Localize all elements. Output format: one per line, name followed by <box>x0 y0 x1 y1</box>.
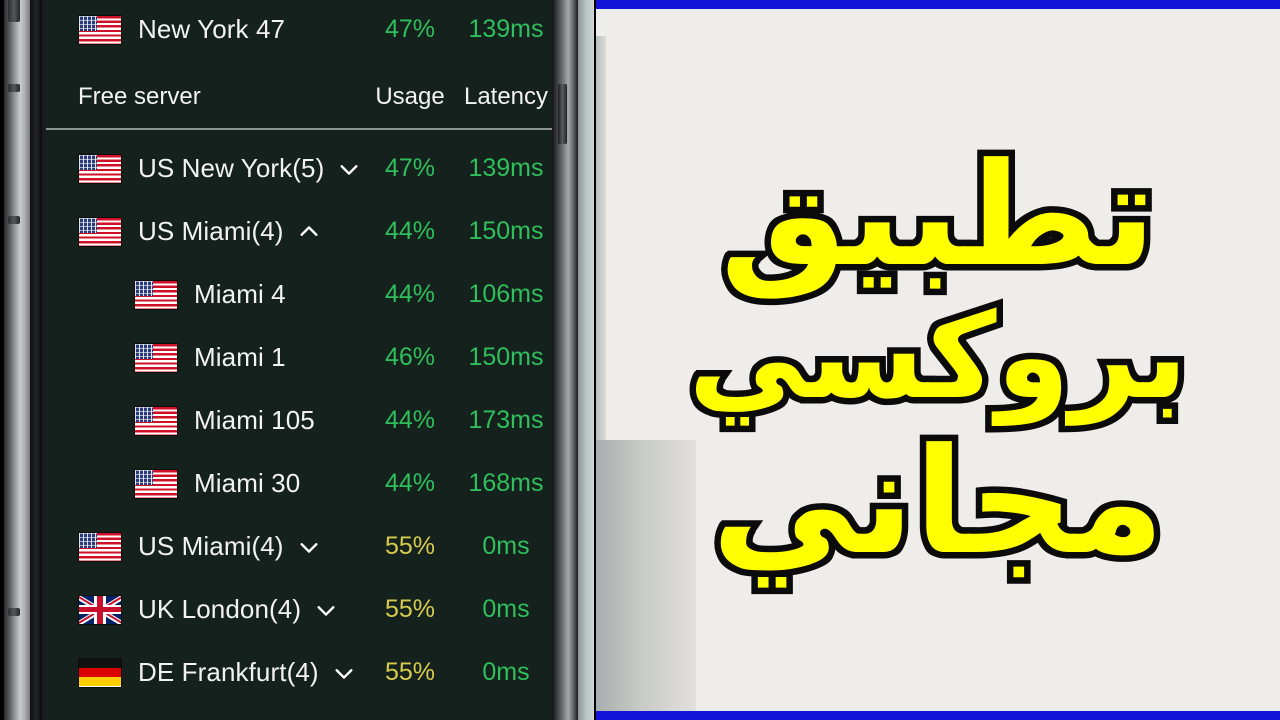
server-row-label: Miami 105 <box>194 405 315 435</box>
server-row[interactable]: US Miami(4) 55% 0ms <box>46 515 552 578</box>
headline-line-2: بروكسي <box>682 287 1194 425</box>
server-row-latency: 168ms <box>468 469 544 497</box>
chevron-down-icon[interactable] <box>338 158 360 180</box>
server-row-label: Miami 4 <box>194 279 286 309</box>
server-row-latency: 106ms <box>468 280 544 308</box>
server-row[interactable]: Miami 105 44% 173ms <box>46 389 552 452</box>
server-row[interactable]: US Miami(4) 44% 150ms <box>46 200 552 263</box>
server-row-top-label: New York 47 <box>138 14 286 44</box>
section-header-latency-label: Latency <box>463 83 549 110</box>
chevron-up-icon[interactable] <box>298 221 320 243</box>
section-header-usage-label: Usage <box>375 83 445 110</box>
server-row[interactable]: Miami 4 44% 106ms <box>46 263 552 326</box>
server-row-usage: 55% <box>384 595 436 623</box>
promo-panel: تطبيق بروكسي مجاني <box>596 0 1280 720</box>
server-row-latency: 150ms <box>468 343 544 371</box>
headline-line-3: مجاني <box>705 417 1171 587</box>
server-row[interactable]: UK London(4) 55% 0ms <box>46 578 552 641</box>
phone-volume-down-button[interactable] <box>8 84 20 92</box>
flag-icon-us <box>78 531 122 562</box>
server-row-label: UK London(4) <box>138 594 302 624</box>
server-row-latency: 0ms <box>482 658 530 686</box>
free-server-section-header: Free server Usage Latency <box>46 75 552 123</box>
server-row-usage: 44% <box>384 280 436 308</box>
section-header-title: Free server <box>78 83 201 110</box>
server-row[interactable]: Miami 1 46% 150ms <box>46 326 552 389</box>
promo-edge-gradient <box>596 36 606 440</box>
server-row-latency: 0ms <box>482 595 530 623</box>
flag-icon-de <box>78 657 122 688</box>
phone-power-button[interactable] <box>558 84 567 144</box>
promo-headline: تطبيق بروكسي مجاني <box>596 0 1280 720</box>
headline-line-1: تطبيق <box>714 133 1163 298</box>
chevron-down-icon[interactable] <box>333 662 355 684</box>
phone-volume-up-button[interactable] <box>8 0 20 22</box>
server-row-top-usage: 47% <box>384 15 436 43</box>
promo-top-bar <box>596 0 1280 9</box>
server-row[interactable]: US New York(5) 47% 139ms <box>46 137 552 200</box>
server-row-label: DE Frankfurt(4) <box>138 657 319 687</box>
server-row-top[interactable]: New York 47 47% 139ms <box>46 0 552 61</box>
server-row-usage: 46% <box>384 343 436 371</box>
server-row-label: US Miami(4) <box>138 216 284 246</box>
chevron-down-icon[interactable] <box>315 599 337 621</box>
thumbnail-canvas: تطبيق بروكسي مجاني New York 47 47% 139ms… <box>0 0 1280 720</box>
section-divider <box>46 128 552 130</box>
server-row-label: Miami 1 <box>194 342 286 372</box>
phone-mockup: New York 47 47% 139ms Free server Usage … <box>0 0 596 720</box>
server-row-label: US New York(5) <box>138 153 325 183</box>
server-row-usage: 44% <box>384 217 436 245</box>
flag-icon-us <box>78 14 122 45</box>
server-row-latency: 150ms <box>468 217 544 245</box>
flag-icon-us <box>78 153 122 184</box>
server-row-label: US Miami(4) <box>138 531 284 561</box>
phone-left-inner-rail <box>30 0 42 720</box>
promo-corner-gradient <box>596 440 696 712</box>
server-row-top-latency: 139ms <box>468 15 544 43</box>
flag-icon-us <box>134 468 178 499</box>
phone-screen: New York 47 47% 139ms Free server Usage … <box>46 0 552 720</box>
phone-side-button-3[interactable] <box>8 216 20 224</box>
phone-side-button-4[interactable] <box>8 608 20 616</box>
server-row-latency: 139ms <box>468 154 544 182</box>
server-row-usage: 44% <box>384 406 436 434</box>
flag-icon-uk <box>78 594 122 625</box>
flag-icon-us <box>78 216 122 247</box>
server-row-usage: 47% <box>384 154 436 182</box>
flag-icon-us <box>134 342 178 373</box>
server-row-label: Miami 30 <box>194 468 301 498</box>
server-row-usage: 55% <box>384 532 436 560</box>
server-row[interactable]: Miami 30 44% 168ms <box>46 452 552 515</box>
flag-icon-us <box>134 279 178 310</box>
server-row-usage: 55% <box>384 658 436 686</box>
chevron-down-icon[interactable] <box>298 536 320 558</box>
server-row[interactable]: DE Frankfurt(4) 55% 0ms <box>46 641 552 704</box>
flag-icon-us <box>134 405 178 436</box>
promo-bottom-bar <box>596 711 1280 720</box>
server-row-latency: 0ms <box>482 532 530 560</box>
server-row-usage: 44% <box>384 469 436 497</box>
phone-right-outer-rail <box>578 0 594 720</box>
server-row-latency: 173ms <box>468 406 544 434</box>
